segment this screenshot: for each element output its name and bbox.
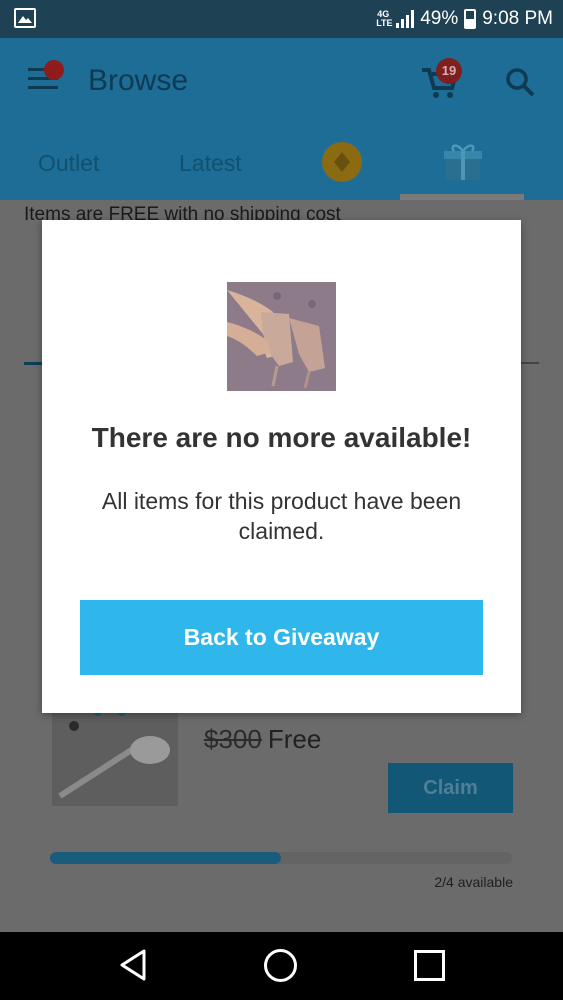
availability-progress-fill (50, 852, 281, 864)
battery-icon (464, 9, 477, 29)
product-thumbnail[interactable] (52, 708, 178, 806)
back-to-giveaway-button[interactable]: Back to Giveaway (80, 600, 483, 675)
sale-price: Free (267, 724, 322, 754)
tab-gift-icon[interactable] (442, 142, 484, 182)
product-image (227, 282, 336, 391)
signal-icon (396, 10, 415, 28)
back-icon[interactable] (118, 948, 148, 982)
system-navigation-bar (0, 932, 563, 1000)
tab-bar: Outlet Latest (0, 128, 563, 200)
product-price: $300 Free (204, 724, 321, 755)
home-icon[interactable] (264, 949, 297, 982)
sold-out-dialog: There are no more available! All items f… (42, 220, 521, 713)
app-bar: Browse 19 (0, 38, 563, 128)
network-type-icon: 4G LTE (376, 9, 393, 28)
dialog-title: There are no more available! (91, 422, 472, 453)
menu-notification-dot (44, 60, 64, 80)
availability-text: 2/4 available (434, 874, 513, 890)
battery-percent: 49% (420, 8, 459, 29)
clock: 9:08 PM (482, 8, 553, 29)
original-price: $300 (204, 724, 262, 754)
status-bar: 4G LTE 49% 9:08 PM (0, 0, 563, 38)
search-button[interactable] (504, 66, 536, 98)
claim-button[interactable]: Claim (388, 763, 513, 813)
tab-outlet[interactable]: Outlet (38, 150, 99, 177)
gallery-notification-icon (14, 8, 36, 28)
tab-coin-icon[interactable] (322, 142, 362, 182)
status-icons: 4G LTE 49% 9:08 PM (376, 6, 553, 32)
recent-apps-icon[interactable] (414, 950, 445, 981)
cart-count-badge: 19 (436, 58, 462, 84)
search-icon (506, 68, 535, 97)
tab-latest[interactable]: Latest (179, 150, 242, 177)
page-title: Browse (88, 64, 189, 97)
dialog-message: All items for this product have been cla… (101, 488, 462, 544)
